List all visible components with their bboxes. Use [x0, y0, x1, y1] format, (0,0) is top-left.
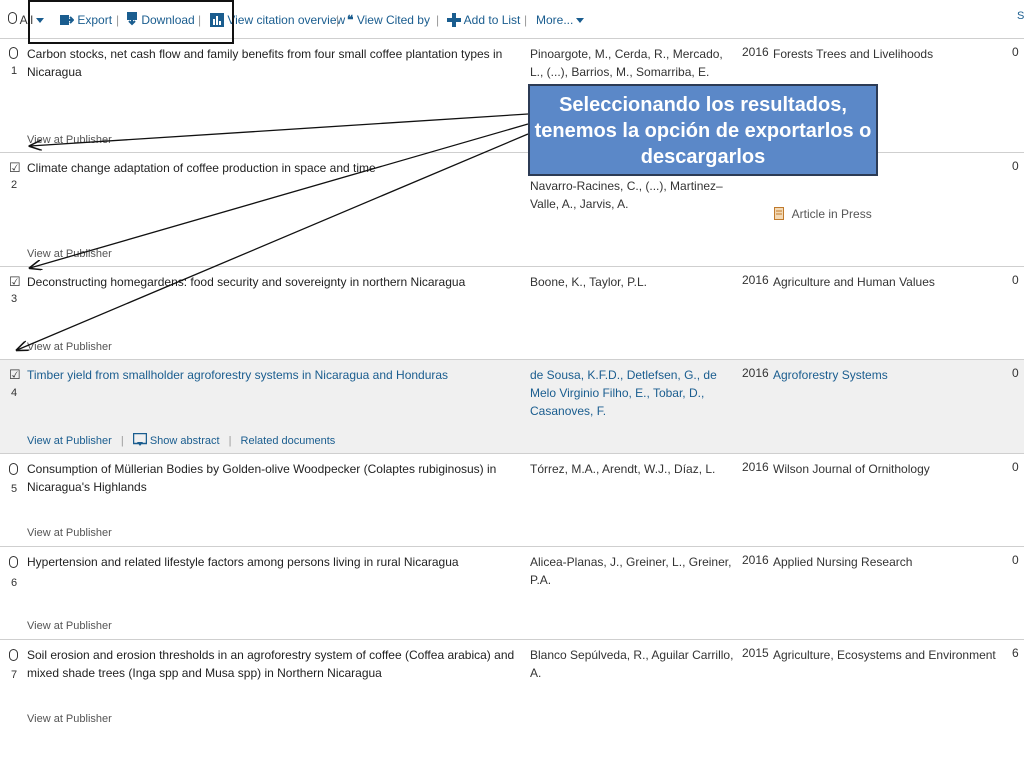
document-title[interactable]: Timber yield from smallholder agroforest… — [27, 366, 527, 384]
row-number: 5 — [11, 483, 18, 495]
source-title[interactable]: Applied Nursing Research — [773, 553, 1003, 571]
year: 2016 — [742, 45, 769, 59]
authors[interactable]: Navarro-Racines, C., (...), Martinez–Val… — [530, 177, 735, 213]
row-checkbox-checked[interactable]: ☑ — [9, 367, 21, 383]
row-checkbox-checked[interactable]: ☑ — [9, 160, 21, 176]
row-checkbox[interactable] — [9, 556, 18, 568]
callout-text: Seleccionando los resultados, tenemos la… — [534, 94, 872, 168]
separator: | — [336, 13, 340, 27]
result-row-7: 7 Soil erosion and erosion thresholds in… — [0, 640, 1024, 740]
authors[interactable]: Blanco Sepúlveda, R., Aguilar Carrillo, … — [530, 646, 735, 682]
row-number: 3 — [11, 293, 18, 305]
view-at-publisher-link[interactable]: View at Publisher — [27, 527, 112, 539]
document-title[interactable]: Hypertension and related lifestyle facto… — [27, 553, 527, 571]
document-icon — [774, 207, 784, 220]
document-title[interactable]: Climate change adaptation of coffee prod… — [27, 159, 527, 177]
source-title[interactable]: Forests Trees and Livelihoods — [773, 45, 1003, 63]
year: 2016 — [742, 366, 769, 380]
show-abstract-link[interactable]: Show abstract — [150, 435, 220, 447]
result-row-6: 6 Hypertension and related lifestyle fac… — [0, 547, 1024, 640]
cited-by-button[interactable]: ❝ View Cited by — [347, 12, 430, 28]
select-all-checkbox[interactable] — [8, 12, 17, 24]
authors[interactable]: Pinoargote, M., Cerda, R., Mercado, L., … — [530, 45, 735, 81]
cited-by-count[interactable]: 0 — [1012, 553, 1019, 567]
row-checkbox[interactable] — [9, 47, 18, 59]
view-at-publisher-link[interactable]: View at Publisher — [27, 620, 112, 632]
plus-icon — [447, 13, 461, 27]
annotation-callout: Seleccionando los resultados, tenemos la… — [528, 84, 878, 176]
export-download-highlight — [28, 0, 234, 44]
year: 2015 — [742, 646, 769, 660]
row-action-links: View at Publisher | Show abstract | Rela… — [27, 432, 336, 447]
cited-by-count[interactable]: 0 — [1012, 45, 1019, 59]
source-title[interactable]: Wilson Journal of Ornithology — [773, 460, 1003, 478]
source-title[interactable]: Agriculture, Ecosystems and Environment — [773, 646, 1003, 664]
cited-by-count[interactable]: 0 — [1012, 460, 1019, 474]
more-label: More... — [536, 13, 574, 27]
row-number: 2 — [11, 179, 18, 191]
year: 2016 — [742, 273, 769, 287]
view-at-publisher-link[interactable]: View at Publisher — [27, 435, 112, 447]
document-title[interactable]: Carbon stocks, net cash flow and family … — [27, 45, 527, 81]
sort-label-fragment[interactable]: S — [1017, 10, 1024, 22]
cited-by-count[interactable]: 0 — [1012, 366, 1019, 380]
cited-by-label: View Cited by — [356, 13, 430, 27]
authors[interactable]: Boone, K., Taylor, P.L. — [530, 273, 735, 291]
view-at-publisher-link[interactable]: View at Publisher — [27, 134, 112, 146]
authors[interactable]: de Sousa, K.F.D., Detlefsen, G., de Melo… — [530, 366, 735, 420]
result-row-5: 5 Consumption of Müllerian Bodies by Gol… — [0, 454, 1024, 547]
view-at-publisher-link[interactable]: View at Publisher — [27, 341, 112, 353]
row-number: 1 — [11, 65, 18, 77]
more-dropdown[interactable]: More... — [536, 12, 585, 28]
authors[interactable]: Alicea-Planas, J., Greiner, L., Greiner,… — [530, 553, 735, 589]
article-in-press-label: Article in Press — [791, 207, 872, 221]
view-at-publisher-link[interactable]: View at Publisher — [27, 713, 112, 725]
result-row-4: ☑ 4 Timber yield from smallholder agrofo… — [0, 360, 1024, 454]
source-title[interactable]: Agriculture and Human Values — [773, 273, 1003, 291]
document-title[interactable]: Deconstructing homegardens: food securit… — [27, 273, 527, 291]
separator: | — [524, 13, 528, 27]
separator: | — [120, 435, 124, 447]
add-to-list-button[interactable]: Add to List — [447, 12, 520, 28]
separator: | — [436, 13, 440, 27]
authors[interactable]: Tórrez, M.A., Arendt, W.J., Díaz, L. — [530, 460, 735, 478]
cited-by-count[interactable]: 0 — [1012, 273, 1019, 287]
result-row-3: ☑ 3 Deconstructing homegardens: food sec… — [0, 267, 1024, 360]
view-at-publisher-link[interactable]: View at Publisher — [27, 248, 112, 260]
chevron-down-icon — [576, 18, 585, 24]
article-in-press-badge: Article in Press — [774, 207, 872, 221]
document-title[interactable]: Soil erosion and erosion thresholds in a… — [27, 646, 527, 682]
year: 2016 — [742, 553, 769, 567]
row-checkbox-checked[interactable]: ☑ — [9, 274, 21, 290]
row-number: 4 — [11, 387, 18, 399]
cited-by-count[interactable]: 6 — [1012, 646, 1019, 660]
source-title[interactable]: Agroforestry Systems — [773, 366, 1003, 384]
citation-overview-label: View citation overview — [227, 13, 346, 27]
year: 2016 — [742, 460, 769, 474]
document-title[interactable]: Consumption of Müllerian Bodies by Golde… — [27, 460, 527, 496]
add-to-list-label: Add to List — [463, 13, 521, 27]
quote-icon: ❝ — [347, 13, 354, 27]
cited-by-count[interactable]: 0 — [1012, 159, 1019, 173]
separator: | — [228, 435, 232, 447]
row-number: 7 — [11, 669, 18, 681]
row-checkbox[interactable] — [9, 463, 18, 475]
related-documents-link[interactable]: Related documents — [241, 435, 336, 447]
abstract-icon — [132, 432, 148, 446]
row-checkbox[interactable] — [9, 649, 18, 661]
row-number: 6 — [11, 577, 18, 589]
